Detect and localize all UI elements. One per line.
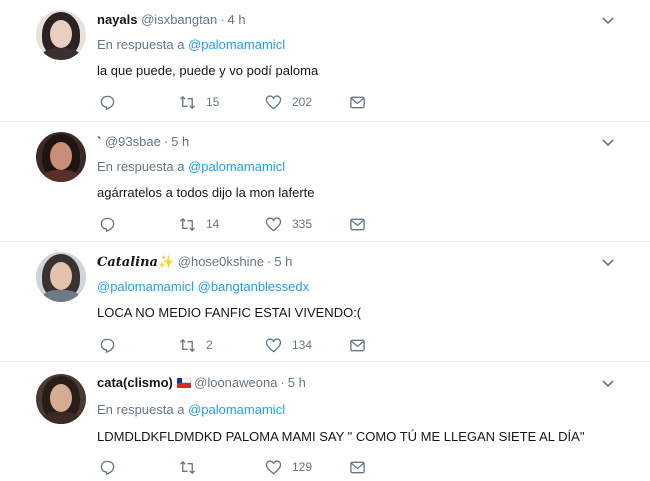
tweet[interactable]: cata(clismo) @loonaweona · 5 h En respuest… (0, 362, 650, 481)
retweet-count: 15 (206, 95, 220, 109)
retweet-icon (179, 95, 196, 109)
envelope-icon (350, 339, 365, 351)
retweet-button[interactable] (179, 458, 206, 476)
tweet-header: cata(clismo) @loonaweona · 5 h (97, 375, 306, 390)
avatar[interactable] (36, 374, 86, 424)
reply-button[interactable] (99, 458, 116, 476)
reply-icon (100, 460, 115, 475)
heart-icon (265, 337, 282, 352)
direct-message-button[interactable] (349, 93, 366, 111)
retweet-count: 14 (206, 217, 220, 231)
like-button[interactable]: 134 (265, 336, 312, 354)
sparkles-icon: ✨ (157, 254, 175, 269)
reply-mention[interactable]: @palomamamicl (188, 402, 285, 417)
retweet-button[interactable]: 2 (179, 336, 213, 354)
timestamp[interactable]: 5 h (171, 134, 189, 149)
like-count: 129 (292, 460, 313, 474)
retweet-icon (179, 460, 196, 474)
direct-message-button[interactable] (349, 336, 366, 354)
tweet[interactable]: ` @93sbae · 5 h En respuesta a @palomamami… (0, 122, 650, 242)
timestamp[interactable]: 5 h (274, 254, 292, 269)
timestamp[interactable]: 5 h (288, 375, 306, 390)
chevron-down-icon[interactable] (602, 137, 614, 149)
handle[interactable]: @93sbae (105, 134, 161, 149)
reply-context: En respuesta a @palomamamicl (97, 402, 286, 417)
reply-context: @palomamamicl @bangtanblessedx (97, 279, 309, 294)
reply-mention-2[interactable]: @bangtanblessedx (198, 279, 310, 294)
tweet-text: LOCA NO MEDIO FANFIC ESTAI VIVENDO:( (97, 305, 362, 320)
reply-icon (100, 338, 115, 353)
heart-icon (265, 94, 282, 109)
tweet-header: Catalina✨ @hose0kshine · 5 h (97, 254, 293, 270)
retweet-icon (179, 338, 196, 352)
reply-button[interactable] (99, 93, 116, 111)
handle[interactable]: @isxbangtan (141, 12, 217, 27)
chevron-down-icon[interactable] (602, 257, 614, 269)
avatar[interactable] (36, 252, 86, 302)
tweet-actions: 14 335 (97, 215, 397, 233)
handle[interactable]: @hose0kshine (178, 254, 264, 269)
tweet-actions: 2 134 (97, 336, 397, 354)
chevron-down-icon[interactable] (602, 15, 614, 27)
display-name[interactable]: ` (97, 134, 101, 149)
envelope-icon (350, 96, 365, 108)
like-count: 335 (292, 217, 313, 231)
tweet-actions: 129 (97, 458, 397, 476)
reply-mention[interactable]: @palomamamicl (188, 37, 285, 52)
direct-message-button[interactable] (349, 458, 366, 476)
avatar[interactable] (36, 132, 86, 182)
reply-icon (100, 217, 115, 232)
tweet-header: nayals @isxbangtan · 4 h (97, 12, 246, 27)
tweet-replies-feed: nayals @isxbangtan · 4 h En respuesta a @p… (0, 0, 650, 481)
like-button[interactable]: 129 (265, 458, 312, 476)
chile-flag-icon (176, 378, 191, 388)
like-count: 202 (292, 95, 313, 109)
like-count: 134 (292, 338, 313, 352)
tweet-text: LDMDLDKFLDMDKD PALOMA MAMI SAY " COMO TÚ… (97, 429, 585, 444)
tweet-actions: 15 202 (97, 93, 397, 111)
heart-icon (265, 459, 282, 474)
heart-icon (265, 216, 282, 231)
reply-mention[interactable]: @palomamamicl (97, 279, 194, 294)
reply-context: En respuesta a @palomamamicl (97, 37, 286, 52)
reply-icon (100, 95, 115, 110)
tweet[interactable]: nayals @isxbangtan · 4 h En respuesta a @p… (0, 0, 650, 122)
reply-context: En respuesta a @palomamamicl (97, 159, 286, 174)
retweet-button[interactable]: 14 (179, 215, 219, 233)
envelope-icon (350, 461, 365, 473)
handle[interactable]: @loonaweona (194, 375, 277, 390)
retweet-button[interactable]: 15 (179, 93, 219, 111)
like-button[interactable]: 335 (265, 215, 312, 233)
tweet[interactable]: Catalina✨ @hose0kshine · 5 h @palomamamicl… (0, 242, 650, 362)
tweet-header: ` @93sbae · 5 h (97, 134, 190, 149)
reply-button[interactable] (99, 215, 116, 233)
avatar[interactable] (36, 10, 86, 60)
direct-message-button[interactable] (349, 215, 366, 233)
reply-mention[interactable]: @palomamamicl (188, 159, 285, 174)
display-name[interactable]: Catalina (97, 255, 158, 270)
retweet-icon (179, 217, 196, 231)
envelope-icon (350, 218, 365, 230)
reply-button[interactable] (99, 336, 116, 354)
like-button[interactable]: 202 (265, 93, 312, 111)
chevron-down-icon[interactable] (602, 378, 614, 390)
timestamp[interactable]: 4 h (228, 12, 246, 27)
tweet-text: agárratelos a todos dijo la mon laferte (97, 185, 315, 200)
display-name[interactable]: cata(clismo) (97, 375, 173, 390)
retweet-count: 2 (206, 338, 213, 352)
display-name[interactable]: nayals (97, 12, 137, 27)
tweet-text: la que puede, puede y vo podí paloma (97, 63, 319, 78)
